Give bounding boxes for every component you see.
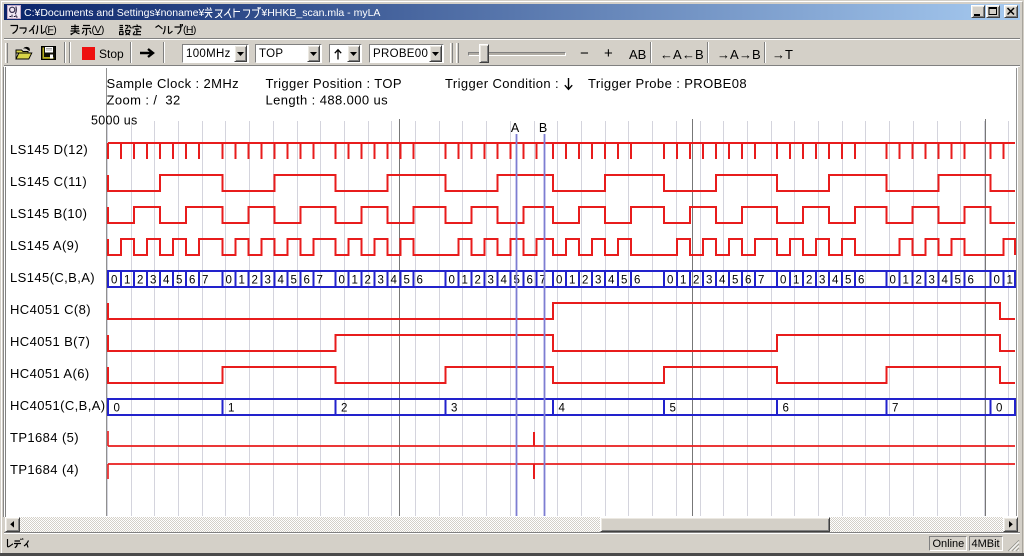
svg-text:1: 1: [124, 275, 130, 287]
svg-text:4: 4: [559, 403, 566, 415]
svg-text:6: 6: [858, 275, 864, 287]
svg-text:TP1684 (5): TP1684 (5): [10, 430, 79, 445]
svg-text:3: 3: [150, 275, 156, 287]
svg-text:6: 6: [416, 275, 422, 287]
svg-text:HC4051 A(6): HC4051 A(6): [10, 366, 90, 381]
svg-text:1: 1: [228, 403, 234, 415]
svg-text:B: B: [539, 121, 547, 135]
svg-text:1: 1: [1006, 275, 1012, 287]
svg-text:7: 7: [316, 275, 322, 287]
svg-text:6: 6: [303, 275, 309, 287]
svg-text:LS145 C(11): LS145 C(11): [10, 174, 87, 189]
svg-text:0: 0: [556, 275, 562, 287]
svg-text:2: 2: [341, 403, 347, 415]
svg-text:6: 6: [634, 275, 640, 287]
svg-text:3: 3: [377, 275, 383, 287]
svg-text:4: 4: [163, 275, 170, 287]
svg-text:1: 1: [793, 275, 799, 287]
svg-text:4: 4: [390, 275, 397, 287]
svg-text:0: 0: [996, 403, 1002, 415]
svg-text:LS145 D(12): LS145 D(12): [10, 142, 88, 157]
svg-text:5: 5: [954, 275, 960, 287]
svg-text:A: A: [511, 121, 520, 135]
svg-text:0: 0: [114, 403, 120, 415]
svg-text:6: 6: [967, 275, 973, 287]
svg-text:Trigger Probe : PROBE08: Trigger Probe : PROBE08: [588, 76, 747, 91]
svg-text:LS145 B(10): LS145 B(10): [10, 206, 87, 221]
svg-text:0: 0: [993, 275, 999, 287]
svg-text:LS145 A(9): LS145 A(9): [10, 238, 79, 253]
svg-text:0: 0: [889, 275, 895, 287]
svg-text:0: 0: [111, 275, 117, 287]
svg-text:7: 7: [892, 403, 898, 415]
svg-text:1: 1: [238, 275, 244, 287]
svg-text:4: 4: [941, 275, 948, 287]
svg-text:3: 3: [487, 275, 493, 287]
svg-text:4: 4: [500, 275, 507, 287]
svg-text:LS145(C,B,A): LS145(C,B,A): [10, 270, 95, 285]
svg-text:TP1684 (4): TP1684 (4): [10, 462, 79, 477]
svg-text:Trigger Position : TOP: Trigger Position : TOP: [266, 76, 402, 91]
svg-text:5: 5: [621, 275, 627, 287]
svg-text:HC4051(C,B,A): HC4051(C,B,A): [10, 398, 106, 413]
svg-text:2: 2: [806, 275, 812, 287]
svg-text:5: 5: [403, 275, 409, 287]
svg-text:2: 2: [693, 275, 699, 287]
svg-text:HC4051 B(7): HC4051 B(7): [10, 334, 90, 349]
svg-text:Zoom : / 32: Zoom : / 32: [107, 93, 181, 108]
svg-text:1: 1: [351, 275, 357, 287]
svg-text:5: 5: [670, 403, 676, 415]
svg-text:3: 3: [264, 275, 270, 287]
svg-text:6: 6: [745, 275, 751, 287]
svg-text:Sample Clock : 2MHz: Sample Clock : 2MHz: [107, 76, 240, 91]
svg-text:3: 3: [706, 275, 712, 287]
svg-text:1: 1: [680, 275, 686, 287]
svg-text:0: 0: [780, 275, 786, 287]
svg-text:6: 6: [526, 275, 532, 287]
svg-text:0: 0: [338, 275, 344, 287]
svg-text:Length : 488.000 us: Length : 488.000 us: [266, 93, 389, 108]
svg-text:2: 2: [137, 275, 143, 287]
svg-text:5: 5: [732, 275, 738, 287]
svg-text:3: 3: [819, 275, 825, 287]
svg-text:7: 7: [202, 275, 208, 287]
svg-text:6: 6: [783, 403, 789, 415]
svg-text:1: 1: [569, 275, 575, 287]
svg-text:HC4051 C(8): HC4051 C(8): [10, 302, 91, 317]
svg-text:3: 3: [928, 275, 934, 287]
svg-text:3: 3: [451, 403, 457, 415]
svg-text:5: 5: [845, 275, 851, 287]
svg-text:5: 5: [290, 275, 296, 287]
svg-text:2: 2: [251, 275, 257, 287]
svg-text:3: 3: [595, 275, 601, 287]
svg-text:4: 4: [608, 275, 615, 287]
svg-text:2: 2: [364, 275, 370, 287]
svg-text:0: 0: [448, 275, 454, 287]
svg-text:5: 5: [176, 275, 182, 287]
svg-text:1: 1: [902, 275, 908, 287]
svg-text:6: 6: [189, 275, 195, 287]
svg-text:Trigger Condition :: Trigger Condition :: [445, 76, 559, 91]
svg-text:2: 2: [915, 275, 921, 287]
svg-text:2: 2: [582, 275, 588, 287]
svg-text:7: 7: [758, 275, 764, 287]
svg-text:4: 4: [719, 275, 726, 287]
svg-text:5000 us: 5000 us: [91, 114, 138, 128]
svg-text:0: 0: [225, 275, 231, 287]
svg-text:1: 1: [461, 275, 467, 287]
svg-text:4: 4: [277, 275, 284, 287]
svg-text:4: 4: [832, 275, 839, 287]
svg-text:0: 0: [667, 275, 673, 287]
svg-text:2: 2: [474, 275, 480, 287]
